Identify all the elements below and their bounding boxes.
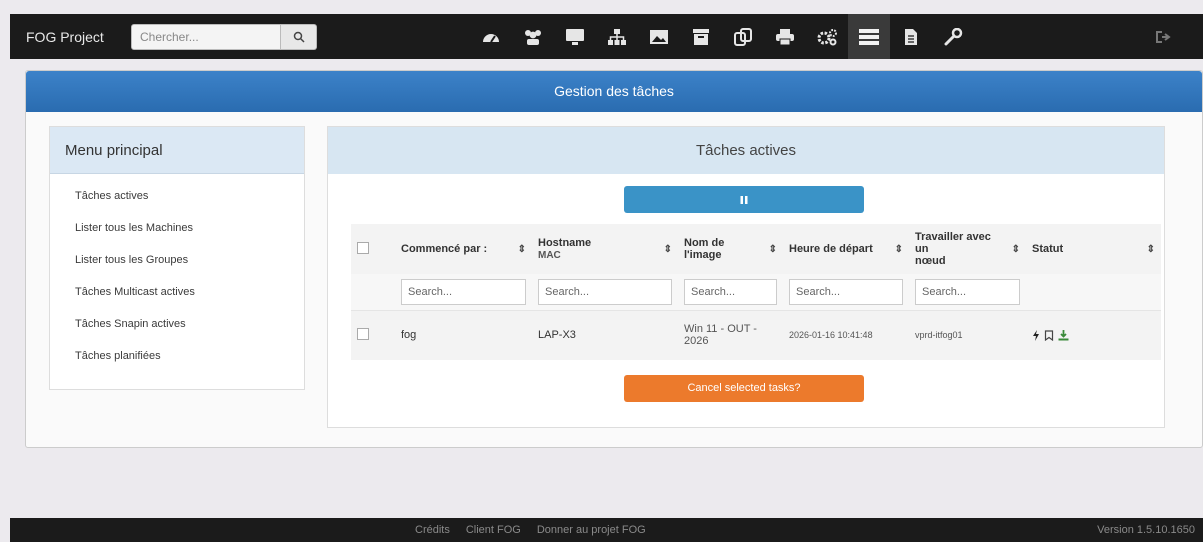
col-hostname[interactable]: Hostname MAC ⇕ (532, 224, 678, 274)
col-started-by-label: Commencé par : (401, 243, 488, 255)
main-menu: Menu principal Tâches actives Lister tou… (49, 126, 305, 390)
nav-tasks[interactable] (848, 14, 890, 59)
col-node-label-1: Travailler avec un (915, 231, 991, 255)
logout-button[interactable] (1155, 14, 1173, 59)
sitemap-icon (608, 28, 626, 45)
menu-item-scheduled-tasks[interactable]: Tâches planifiées (75, 346, 304, 378)
select-all-header (351, 224, 395, 274)
nav-services[interactable] (806, 14, 848, 59)
filter-image-input[interactable] (684, 278, 777, 305)
footer: Crédits Client FOG Donner au projet FOG … (10, 518, 1203, 542)
search-box (131, 23, 317, 50)
nav-hosts[interactable] (554, 14, 596, 59)
nav-users[interactable] (512, 14, 554, 59)
panel-title: Tâches actives (328, 127, 1164, 174)
col-image-label-2: l'image (684, 249, 722, 261)
cell-started-by: fog (395, 309, 532, 360)
sort-icon: ⇕ (768, 243, 777, 255)
sort-icon: ⇕ (1146, 243, 1155, 255)
report-icon (905, 28, 917, 45)
pause-icon (740, 195, 748, 204)
menu-item-list-groups[interactable]: Lister tous les Groupes (75, 250, 304, 282)
pause-button[interactable] (624, 186, 864, 213)
menu-item-list-hosts[interactable]: Lister tous les Machines (75, 218, 304, 250)
tasks-table: Commencé par : ⇕ Hostname MAC ⇕ Nom de l'ima… (351, 224, 1161, 360)
copy-icon (734, 27, 752, 46)
nav-icon-bar (470, 14, 974, 59)
filter-cell-empty (351, 274, 395, 310)
page-title: Gestion des tâches (26, 71, 1202, 112)
brand-link[interactable]: FOG Project (26, 29, 131, 45)
version-label: Version 1.5.10.1650 (1097, 524, 1195, 536)
search-button[interactable] (281, 23, 317, 50)
col-node[interactable]: Travailler avec un nœud ⇕ (909, 224, 1026, 274)
nav-storage[interactable] (680, 14, 722, 59)
download-icon[interactable] (1058, 329, 1069, 341)
printer-icon (776, 28, 794, 45)
filter-row (351, 274, 1161, 310)
sort-icon: ⇕ (517, 243, 526, 255)
filter-hostname-input[interactable] (538, 278, 672, 305)
dashboard-icon (483, 33, 499, 43)
wrench-icon (944, 27, 963, 45)
nav-printers[interactable] (764, 14, 806, 59)
cell-hostname[interactable]: LAP-X3 (532, 309, 678, 360)
archive-icon (693, 28, 709, 45)
col-image-name[interactable]: Nom de l'image ⇕ (678, 224, 783, 274)
col-status[interactable]: Statut ⇕ (1026, 224, 1161, 274)
row-checkbox[interactable] (357, 327, 369, 340)
footer-donate-link[interactable]: Donner au projet FOG (537, 524, 646, 536)
nav-snapins[interactable] (722, 14, 764, 59)
nav-reports[interactable] (890, 14, 932, 59)
cogs-icon (817, 28, 837, 45)
col-status-label: Statut (1032, 243, 1064, 255)
cell-image-line-1: Win 11 - OUT - (684, 323, 757, 336)
cell-node: vprd-itfog01 (909, 309, 1026, 360)
nav-settings[interactable] (932, 14, 974, 59)
active-tasks-panel: Tâches actives Commencé par : ⇕ Hostname M… (327, 126, 1165, 428)
search-input[interactable] (131, 23, 281, 50)
image-icon (650, 29, 668, 44)
bolt-icon[interactable] (1032, 329, 1040, 341)
sort-icon: ⇕ (1011, 243, 1020, 255)
nav-dashboard[interactable] (470, 14, 512, 59)
bookmark-icon[interactable] (1044, 330, 1054, 341)
cancel-selected-tasks-button[interactable]: Cancel selected tasks? (624, 375, 864, 402)
cell-image: Win 11 - OUT -2026 (678, 309, 783, 360)
nav-groups[interactable] (596, 14, 638, 59)
footer-client-link[interactable]: Client FOG (466, 524, 521, 536)
sort-icon: ⇕ (663, 243, 672, 255)
logout-icon (1156, 30, 1171, 43)
col-hostname-label: Hostname (538, 237, 592, 249)
col-start-time-label: Heure de départ (789, 243, 873, 255)
menu-item-active-tasks[interactable]: Tâches actives (75, 186, 304, 218)
filter-cell-empty (1026, 274, 1161, 310)
main-content: Gestion des tâches Menu principal Tâches… (25, 70, 1203, 448)
menu-item-multicast-tasks[interactable]: Tâches Multicast actives (75, 282, 304, 314)
col-started-by[interactable]: Commencé par : ⇕ (395, 224, 532, 274)
filter-start-time-input[interactable] (789, 278, 903, 305)
users-icon (525, 29, 541, 45)
table-header-row: Commencé par : ⇕ Hostname MAC ⇕ Nom de l'ima… (351, 224, 1161, 274)
filter-node-input[interactable] (915, 278, 1020, 305)
footer-credits-link[interactable]: Crédits (415, 524, 450, 536)
col-start-time[interactable]: Heure de départ ⇕ (783, 224, 909, 274)
cell-image-line-2: 2026 (684, 335, 709, 348)
cell-start-time: 2026-01-16 10:41:48 (783, 309, 909, 360)
monitor-icon (566, 28, 584, 45)
cell-status (1026, 309, 1161, 360)
select-all-checkbox[interactable] (357, 241, 369, 254)
sort-icon: ⇕ (894, 243, 903, 255)
col-node-label-2: nœud (915, 255, 946, 267)
filter-started-by-input[interactable] (401, 278, 526, 305)
server-icon (859, 28, 879, 45)
search-icon (293, 31, 305, 43)
main-menu-title: Menu principal (50, 127, 304, 174)
table-row[interactable]: fog LAP-X3 Win 11 - OUT -2026 2026-01-16… (351, 309, 1161, 360)
col-image-label-1: Nom de (684, 237, 725, 249)
col-mac-label: MAC (538, 250, 561, 261)
nav-images[interactable] (638, 14, 680, 59)
menu-item-snapin-tasks[interactable]: Tâches Snapin actives (75, 314, 304, 346)
top-navbar: FOG Project (10, 14, 1203, 59)
